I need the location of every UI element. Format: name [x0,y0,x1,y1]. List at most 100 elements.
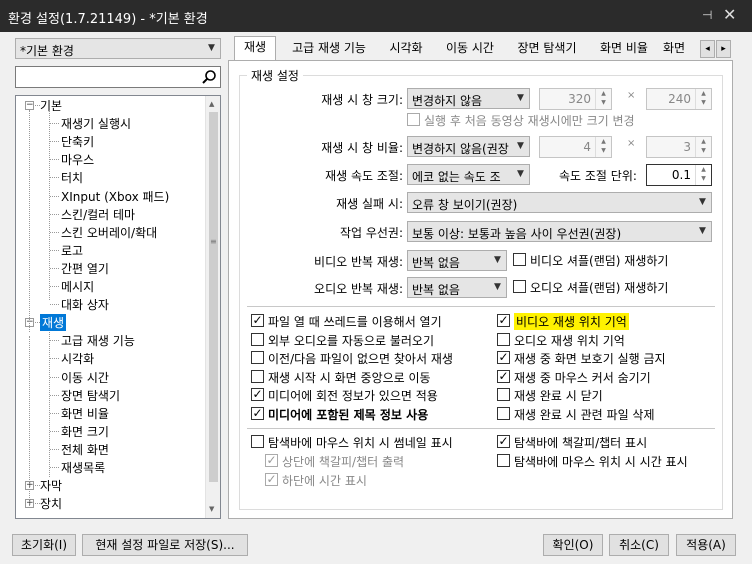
tab-page: 재생 설정 재생 시 창 크기: 변경하지 않음 ▼ 320 ▲ ▼ × 240 … [228,60,733,519]
audio-repeat-select[interactable]: 반복 없음 ▼ [407,277,507,298]
tab-5[interactable]: 화면 비율 [591,38,657,60]
window-title: 환경 설정(1.7.21149) - *기본 환경 [8,12,208,27]
cancel-button[interactable]: 취소(C) [609,534,669,556]
tab-scroll-left[interactable]: ◂ [700,40,715,58]
window-size-label: 재생 시 창 크기: [321,93,403,107]
profile-select[interactable]: *기본 환경 ▼ [15,38,221,59]
ratio-select[interactable]: 변경하지 않음(권장 ▼ [407,136,530,157]
stepper-arrows-icon[interactable]: ▲ ▼ [595,137,611,157]
tab-0[interactable]: 재생 [234,36,276,61]
tree-item[interactable]: 간편 열기 [61,260,109,277]
tree-item[interactable]: 고급 재생 기능 [61,332,135,349]
tree-item[interactable]: 자막 [40,477,62,494]
reset-button[interactable]: 초기화(I) [12,534,76,556]
top-bookmark-label: 상단에 책갈피/챕터 출력 [282,455,405,469]
tree-line [50,177,59,179]
profile-select-value: *기본 환경 [20,44,74,58]
options_right-label: 재생 중 마우스 커서 숨기기 [514,370,651,385]
tree-item[interactable]: 로고 [61,242,83,259]
tree-item[interactable]: 재생 [40,314,67,332]
chevron-down-icon: ▼ [694,222,711,241]
priority-select[interactable]: 보통 이상: 보통과 높음 사이 우선권(권장) ▼ [407,221,712,242]
video-repeat-label: 비디오 반복 재생: [314,255,403,269]
stepper-arrows-icon[interactable]: ▲ ▼ [595,89,611,109]
tree-item[interactable]: 기본 [40,97,62,114]
tree-item[interactable]: 이동 시간 [61,369,109,386]
tree-item[interactable]: 시각화 [61,350,94,367]
stepper-arrows-icon[interactable]: ▲ ▼ [695,137,711,157]
search-input[interactable] [15,66,221,88]
tree-item[interactable]: 단축키 [61,133,94,150]
tree-item[interactable]: 전체 화면 [61,441,109,458]
pin-icon[interactable]: ⊣ [702,8,712,22]
scroll-up-icon[interactable]: ▲ [209,100,214,108]
tree-line [50,376,59,378]
options_left-label: 재생 시작 시 화면 중앙으로 이동 [268,370,431,385]
width-stepper[interactable]: 320 ▲ ▼ [539,88,612,110]
ratio-height-stepper[interactable]: 3 ▲ ▼ [646,136,712,158]
tree-item[interactable]: 화면 크기 [61,423,109,440]
ok-button[interactable]: 확인(O) [543,534,603,556]
collapse-icon[interactable]: − [25,101,34,110]
stepper-arrows-icon[interactable]: ▲ ▼ [695,89,711,109]
tree-item[interactable]: 터치 [61,169,83,186]
tree-item[interactable]: XInput (Xbox 패드) [61,188,169,205]
tree-item[interactable]: 재생목록 [61,459,105,476]
window-size-value: 변경하지 않음 [412,94,483,108]
window-size-select[interactable]: 변경하지 않음 ▼ [407,88,530,109]
tree-item[interactable]: 재생기 실행시 [61,115,131,132]
speed-unit-value: 0.1 [671,168,691,182]
options_left-label: 외부 오디오를 자동으로 불러오기 [268,333,435,348]
chevron-down-icon: ▼ [203,39,220,58]
checkbox-box [497,454,510,467]
ratio-label: 재생 시 창 비율: [321,141,403,155]
check-icon: ✓ [251,406,264,420]
audio-shuffle-label: 오디오 셔플(랜덤) 재생하기 [530,281,669,295]
search-icon[interactable] [201,69,217,85]
grip-icon: ≡ [210,237,217,246]
tree-line [50,286,59,287]
tree-item[interactable]: 대화 상자 [61,296,109,313]
options_right-label: 재생 완료 시 닫기 [514,389,603,404]
video-shuffle-label: 비디오 셔플(랜덤) 재생하기 [530,254,669,268]
checkbox-box [513,253,526,266]
speed-select[interactable]: 에코 없는 속도 조 ▼ [407,164,530,185]
fail-select[interactable]: 오류 창 보이기(권장) ▼ [407,192,712,213]
speed-unit-stepper[interactable]: 0.1 ▲ ▼ [646,164,712,186]
stepper-arrows-icon[interactable]: ▲ ▼ [695,165,711,185]
height-stepper[interactable]: 240 ▲ ▼ [646,88,712,110]
ratio-width-stepper[interactable]: 4 ▲ ▼ [539,136,612,158]
tab-scroll-right[interactable]: ▸ [716,40,731,58]
tree-line [50,267,59,269]
tree-item[interactable]: 장면 탐색기 [61,387,120,404]
tree-item[interactable]: 스킨/컬러 테마 [61,206,135,223]
tab-6[interactable]: 화면 [663,38,699,60]
group-title: 재생 설정 [247,67,303,84]
checkbox-box [497,407,510,420]
scroll-thumb[interactable] [209,112,218,482]
tree-item[interactable]: 화면 비율 [61,405,109,422]
tree-item[interactable]: 장치 [40,495,62,512]
tab-2[interactable]: 시각화 [380,38,432,60]
tree-scrollbar[interactable]: ▲ ≡ ▼ [205,96,220,518]
scroll-down-icon[interactable]: ▼ [209,505,214,513]
tree-item[interactable]: 스킨 오버레이/확대 [61,224,157,241]
tab-3[interactable]: 이동 시간 [437,38,503,60]
width-value: 320 [568,92,591,106]
options_left-label: 미디어에 회전 정보가 있으면 적용 [268,389,438,404]
chevron-down-icon: ▼ [694,193,711,212]
tab-4[interactable]: 장면 탐색기 [508,38,586,60]
tree-line [50,304,59,306]
tab-1[interactable]: 고급 재생 기능 [282,38,376,60]
tree-line [50,159,59,161]
settings-tree[interactable]: − 기본 재생기 실행시 단축키 마우스 터치 XInput (Xbox 패드) 스킨/컬러 … [15,95,221,519]
options_right-label: 재생 중 화면 보호기 실행 금지 [514,352,666,367]
tree-item[interactable]: 메시지 [61,278,94,295]
check-icon: ✓ [251,313,264,327]
tree-line [50,213,59,215]
apply-button[interactable]: 적용(A) [676,534,736,556]
video-repeat-select[interactable]: 반복 없음 ▼ [407,250,507,271]
tree-item[interactable]: 마우스 [61,151,94,168]
save-config-button[interactable]: 현재 설정 파일로 저장(S)... [82,534,248,556]
close-icon[interactable]: ✕ [723,5,736,24]
